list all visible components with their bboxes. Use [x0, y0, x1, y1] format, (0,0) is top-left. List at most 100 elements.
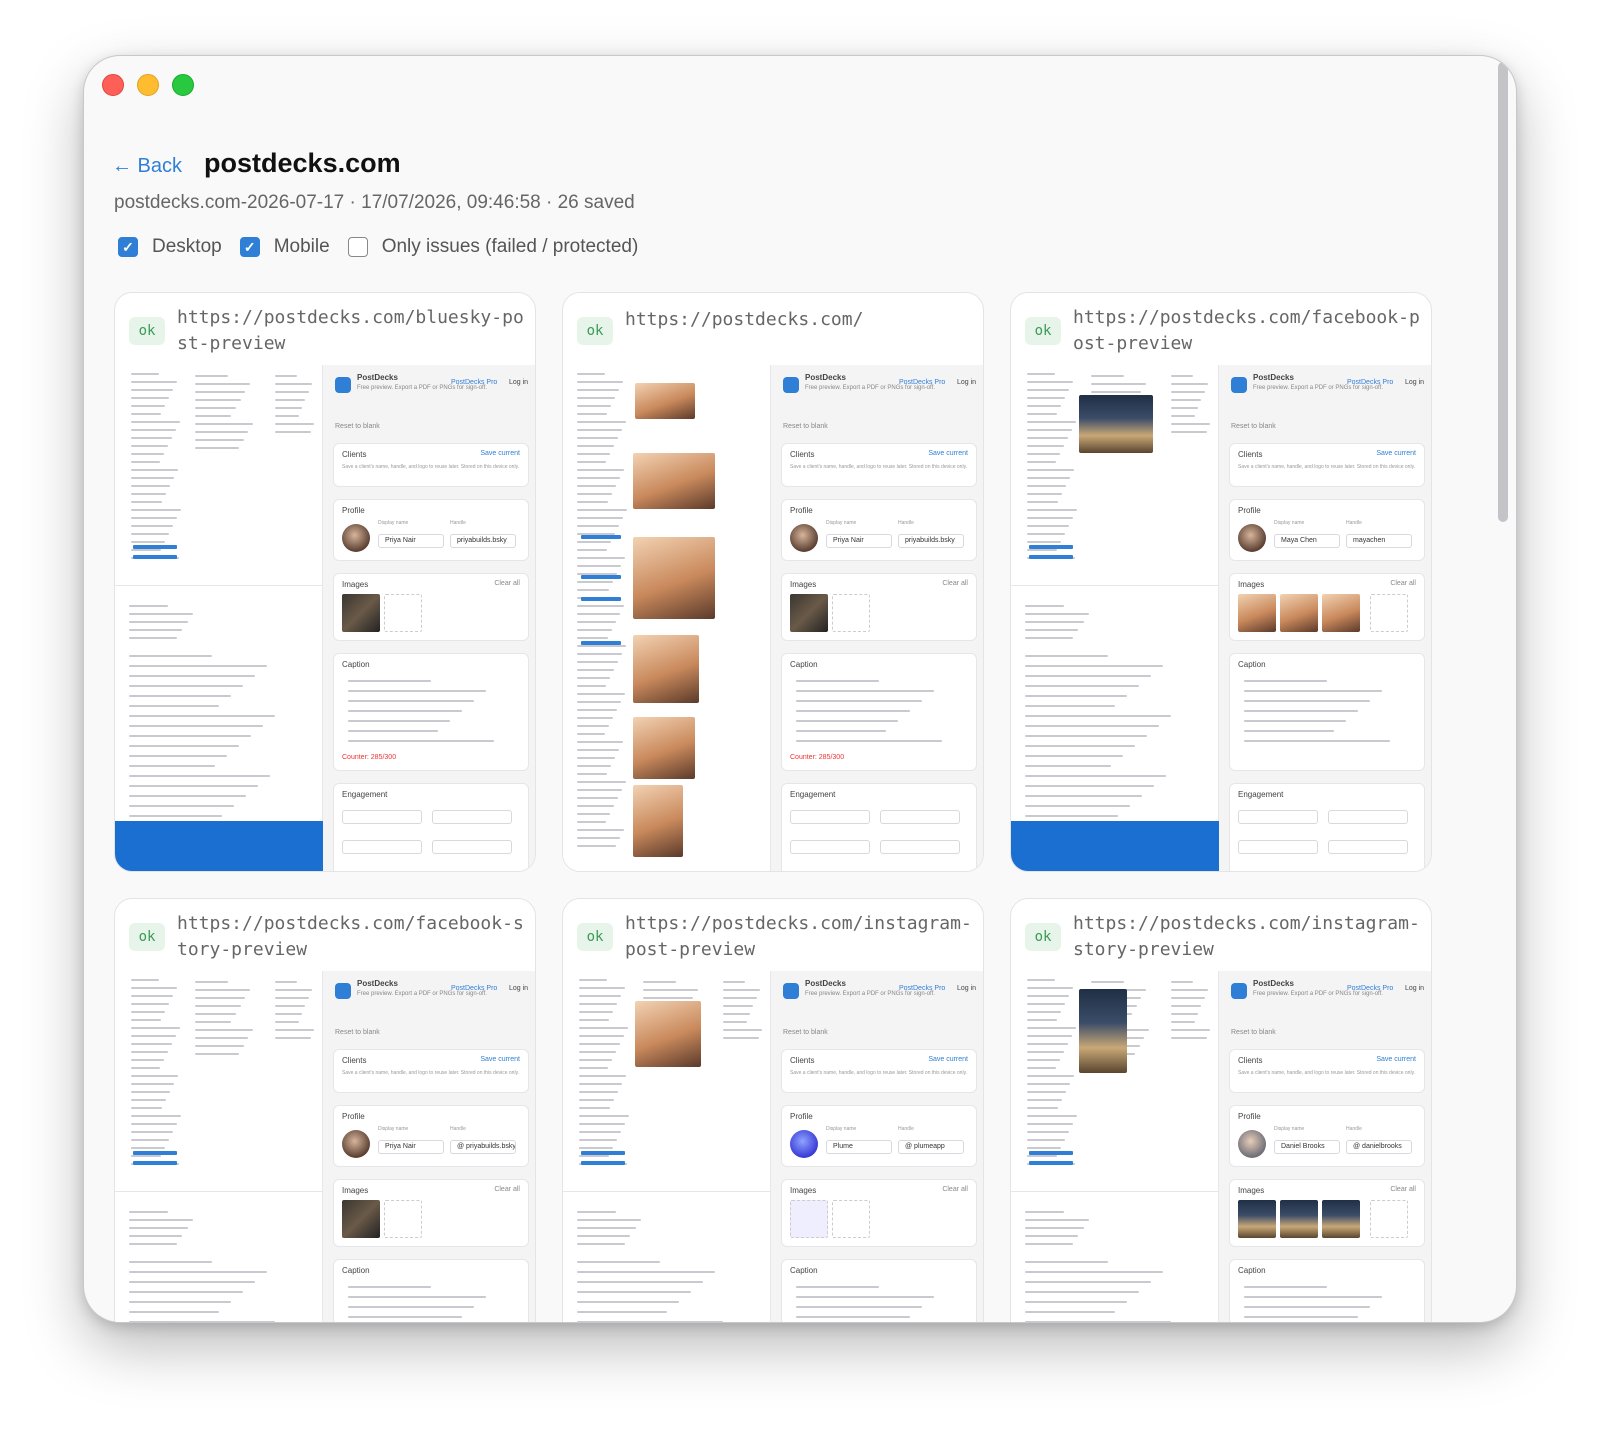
likes-input[interactable]: [342, 810, 422, 824]
shares-input[interactable]: [790, 840, 870, 854]
clear-all-link[interactable]: Clear all: [1390, 580, 1416, 587]
profile-avatar[interactable]: [790, 1130, 818, 1158]
save-current-link[interactable]: Save current: [480, 1056, 520, 1063]
card-url[interactable]: https://postdecks.com/facebook-post-prev…: [1073, 305, 1421, 357]
screenshot-card[interactable]: ok https://postdecks.com/bluesky-post-pre…: [114, 292, 536, 872]
display-name-input[interactable]: Priya Nair: [378, 534, 444, 548]
mini-login[interactable]: Log in: [957, 379, 976, 386]
save-current-link[interactable]: Save current: [480, 450, 520, 457]
profile-avatar[interactable]: [1238, 1130, 1266, 1158]
display-name-input[interactable]: Priya Nair: [378, 1140, 444, 1154]
uploaded-image[interactable]: [1238, 594, 1276, 632]
handle-input[interactable]: priyabuilds.bsky: [898, 534, 964, 548]
mini-reset[interactable]: Reset to blank: [335, 423, 380, 430]
uploaded-image[interactable]: [1322, 594, 1360, 632]
shares-input[interactable]: [1238, 840, 1318, 854]
maximize-window-button[interactable]: [172, 74, 194, 96]
page-screenshot[interactable]: PostDecks Free preview. Export a PDF or P…: [115, 365, 535, 871]
mini-pro-link[interactable]: PostDecks Pro: [451, 379, 497, 386]
add-image-button[interactable]: [1370, 1200, 1408, 1238]
clear-all-link[interactable]: Clear all: [942, 1186, 968, 1193]
clear-all-link[interactable]: Clear all: [494, 1186, 520, 1193]
mini-reset[interactable]: Reset to blank: [1231, 1029, 1276, 1036]
views-input[interactable]: [1328, 840, 1408, 854]
uploaded-image[interactable]: [790, 1200, 828, 1238]
only-issues-checkbox[interactable]: [347, 237, 368, 257]
save-current-link[interactable]: Save current: [928, 450, 968, 457]
screenshot-card[interactable]: ok https://postdecks.com/instagram-story-…: [1010, 898, 1432, 1322]
uploaded-image[interactable]: [342, 594, 380, 632]
comments-input[interactable]: [1328, 810, 1408, 824]
comments-input[interactable]: [880, 810, 960, 824]
handle-input[interactable]: @ plumeapp: [898, 1140, 964, 1154]
comments-input[interactable]: [432, 810, 512, 824]
mini-pro-link[interactable]: PostDecks Pro: [1347, 379, 1393, 386]
display-name-input[interactable]: Plume: [826, 1140, 892, 1154]
page-screenshot[interactable]: PostDecks Free preview. Export a PDF or P…: [1011, 971, 1431, 1322]
desktop-checkbox[interactable]: ✓: [118, 237, 138, 257]
save-current-link[interactable]: Save current: [1376, 450, 1416, 457]
profile-avatar[interactable]: [342, 524, 370, 552]
save-current-link[interactable]: Save current: [1376, 1056, 1416, 1063]
uploaded-image[interactable]: [1322, 1200, 1360, 1238]
likes-input[interactable]: [790, 810, 870, 824]
handle-input[interactable]: priyabuilds.bsky: [450, 534, 516, 548]
handle-input[interactable]: @ priyabuilds.bsky: [450, 1140, 516, 1154]
mini-login[interactable]: Log in: [1405, 379, 1424, 386]
mini-reset[interactable]: Reset to blank: [335, 1029, 380, 1036]
clear-all-link[interactable]: Clear all: [942, 580, 968, 587]
profile-avatar[interactable]: [342, 1130, 370, 1158]
screenshot-card[interactable]: ok https://postdecks.com/facebook-post-pr…: [1010, 292, 1432, 872]
close-window-button[interactable]: [102, 74, 124, 96]
minimize-window-button[interactable]: [137, 74, 159, 96]
page-screenshot[interactable]: PostDecks Free preview. Export a PDF or P…: [563, 365, 983, 871]
uploaded-image[interactable]: [790, 594, 828, 632]
add-image-button[interactable]: [384, 1200, 422, 1238]
mini-pro-link[interactable]: PostDecks Pro: [1347, 985, 1393, 992]
vertical-scrollbar[interactable]: [1498, 62, 1508, 522]
card-url[interactable]: https://postdecks.com/instagram-post-pre…: [625, 911, 973, 963]
mini-reset[interactable]: Reset to blank: [1231, 423, 1276, 430]
add-image-button[interactable]: [1370, 594, 1408, 632]
page-screenshot[interactable]: PostDecks Free preview. Export a PDF or P…: [1011, 365, 1431, 871]
card-url[interactable]: https://postdecks.com/bluesky-post-previ…: [177, 305, 525, 357]
filter-mobile[interactable]: ✓ Mobile: [239, 236, 330, 258]
handle-input[interactable]: @ danielbrooks: [1346, 1140, 1412, 1154]
mini-login[interactable]: Log in: [957, 985, 976, 992]
uploaded-image[interactable]: [1280, 1200, 1318, 1238]
card-url[interactable]: https://postdecks.com/instagram-story-pr…: [1073, 911, 1421, 963]
mini-login[interactable]: Log in: [509, 379, 528, 386]
likes-input[interactable]: [1238, 810, 1318, 824]
mini-login[interactable]: Log in: [1405, 985, 1424, 992]
uploaded-image[interactable]: [342, 1200, 380, 1238]
back-button[interactable]: ← Back: [112, 155, 182, 178]
filter-desktop[interactable]: ✓ Desktop: [118, 236, 222, 258]
mini-reset[interactable]: Reset to blank: [783, 423, 828, 430]
add-image-button[interactable]: [832, 594, 870, 632]
add-image-button[interactable]: [832, 1200, 870, 1238]
display-name-input[interactable]: Maya Chen: [1274, 534, 1340, 548]
card-url[interactable]: https://postdecks.com/: [625, 307, 973, 333]
display-name-input[interactable]: Priya Nair: [826, 534, 892, 548]
uploaded-image[interactable]: [1280, 594, 1318, 632]
views-input[interactable]: [880, 840, 960, 854]
page-screenshot[interactable]: PostDecks Free preview. Export a PDF or P…: [115, 971, 535, 1322]
mini-login[interactable]: Log in: [509, 985, 528, 992]
add-image-button[interactable]: [384, 594, 422, 632]
screenshot-card[interactable]: ok https://postdecks.com/facebook-story-p…: [114, 898, 536, 1322]
page-screenshot[interactable]: PostDecks Free preview. Export a PDF or P…: [563, 971, 983, 1322]
save-current-link[interactable]: Save current: [928, 1056, 968, 1063]
handle-input[interactable]: mayachen: [1346, 534, 1412, 548]
display-name-input[interactable]: Daniel Brooks: [1274, 1140, 1340, 1154]
mobile-checkbox[interactable]: ✓: [239, 237, 260, 257]
clear-all-link[interactable]: Clear all: [494, 580, 520, 587]
views-input[interactable]: [432, 840, 512, 854]
card-url[interactable]: https://postdecks.com/facebook-story-pre…: [177, 911, 525, 963]
mini-pro-link[interactable]: PostDecks Pro: [451, 985, 497, 992]
screenshot-card[interactable]: ok https://postdecks.com/instagram-post-p…: [562, 898, 984, 1322]
screenshot-card[interactable]: ok https://postdecks.com/PostDecks Free pr…: [562, 292, 984, 872]
profile-avatar[interactable]: [1238, 524, 1266, 552]
shares-input[interactable]: [342, 840, 422, 854]
profile-avatar[interactable]: [790, 524, 818, 552]
uploaded-image[interactable]: [1238, 1200, 1276, 1238]
